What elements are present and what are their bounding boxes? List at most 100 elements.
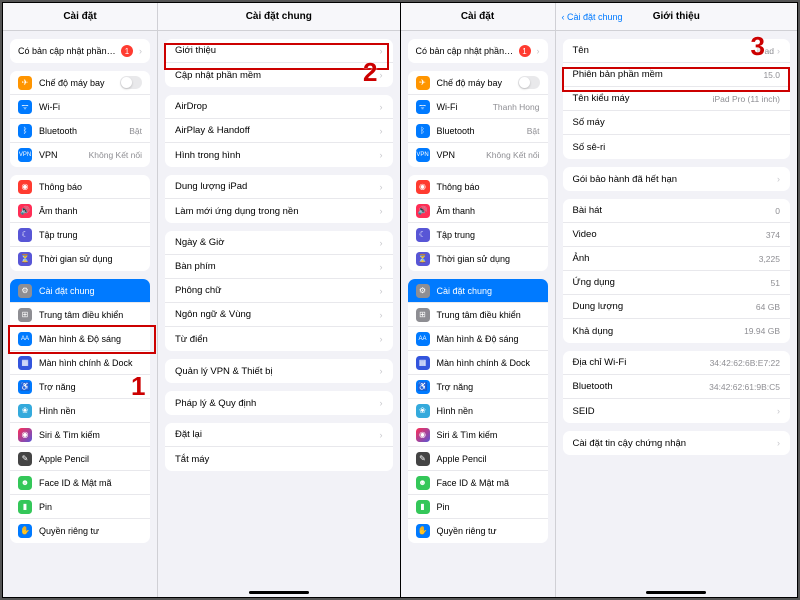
- wifi-icon: ᯤ: [416, 100, 430, 114]
- cert-trust-row[interactable]: Cài đặt tin cậy chứng nhận›: [563, 431, 791, 455]
- warranty-row[interactable]: Gói bảo hành đã hết hạn›: [563, 167, 791, 191]
- about-detail: ‹ Cài đặt chung Giới thiệu TêniPad› Phiê…: [556, 3, 798, 597]
- airplay-row[interactable]: AirPlay & Handoff›: [165, 119, 393, 143]
- panel-step-3: Cài đặt Có bản cập nhật phần… 1 › ✈Chế đ…: [401, 3, 798, 597]
- notifications-row[interactable]: ◉Thông báo: [408, 175, 548, 199]
- name-row[interactable]: TêniPad›: [563, 39, 791, 63]
- datetime-row[interactable]: Ngày & Giờ›: [165, 231, 393, 255]
- hourglass-icon: ⏳: [18, 252, 32, 266]
- wifi-row[interactable]: ᯤ Wi-Fi: [10, 95, 150, 119]
- home-indicator[interactable]: [249, 591, 309, 594]
- airplane-toggle[interactable]: [120, 76, 142, 89]
- settings-sidebar: Cài đặt Có bản cập nhật phần… 1 › ✈ Chế …: [3, 3, 158, 597]
- privacy-row[interactable]: ✋Quyền riêng tư: [408, 519, 548, 543]
- accessibility-row[interactable]: ♿Trợ năng: [408, 375, 548, 399]
- siri-row[interactable]: ◉Siri & Tìm kiếm: [10, 423, 150, 447]
- home-dock-row[interactable]: ▦Màn hình chính & Dock: [10, 351, 150, 375]
- gear-icon: ⚙: [416, 284, 430, 298]
- airdrop-row[interactable]: AirDrop›: [165, 95, 393, 119]
- keyboard-row[interactable]: Bàn phím›: [165, 255, 393, 279]
- home-dock-row[interactable]: ▦Màn hình chính & Dock: [408, 351, 548, 375]
- panel-step-1-2: Cài đặt Có bản cập nhật phần… 1 › ✈ Chế …: [3, 3, 400, 597]
- switches-icon: ⊞: [18, 308, 32, 322]
- general-row[interactable]: ⚙Cài đặt chung: [10, 279, 150, 303]
- pencil-row[interactable]: ✎Apple Pencil: [408, 447, 548, 471]
- vpn-row[interactable]: VPNVPNKhông Kết nối: [408, 143, 548, 167]
- available-row: Khả dụng19.94 GB: [563, 319, 791, 343]
- siri-row[interactable]: ◉Siri & Tìm kiếm: [408, 423, 548, 447]
- focus-row[interactable]: ☾Tập trung: [408, 223, 548, 247]
- capacity-row: Dung lượng64 GB: [563, 295, 791, 319]
- wallpaper-row[interactable]: ❀Hình nền: [408, 399, 548, 423]
- sounds-row[interactable]: 🔊Âm thanh: [10, 199, 150, 223]
- privacy-row[interactable]: ✋Quyền riêng tư: [10, 519, 150, 543]
- chevron-right-icon: ›: [380, 70, 383, 80]
- vpn-icon: VPN: [18, 148, 32, 162]
- bluetooth-row[interactable]: ᛒBluetoothBật: [408, 119, 548, 143]
- bluetooth-icon: ᛒ: [416, 124, 430, 138]
- software-update-row[interactable]: Có bản cập nhật phần… 1 ›: [10, 39, 150, 63]
- fonts-row[interactable]: Phông chữ›: [165, 279, 393, 303]
- battery-row[interactable]: ▮Pin: [10, 495, 150, 519]
- about-row[interactable]: Giới thiệu›: [165, 39, 393, 63]
- wifi-icon: ᯤ: [18, 100, 32, 114]
- dictionary-row[interactable]: Từ điển›: [165, 327, 393, 351]
- serial-row[interactable]: Số sê-ri: [563, 135, 791, 159]
- settings-sidebar: Cài đặt Có bản cập nhật phần… 1 › ✈Chế đ…: [401, 3, 556, 597]
- software-version-row[interactable]: Phiên bản phần mềm15.0: [563, 63, 791, 87]
- faceid-row[interactable]: ☻Face ID & Mật mã: [10, 471, 150, 495]
- software-update-row[interactable]: Có bản cập nhật phần… 1 ›: [408, 39, 548, 63]
- shutdown-row[interactable]: Tắt máy: [165, 447, 393, 471]
- screentime-row[interactable]: ⏳Thời gian sử dụng: [408, 247, 548, 271]
- vpn-icon: VPN: [416, 148, 430, 162]
- pip-row[interactable]: Hình trong hình›: [165, 143, 393, 167]
- reset-row[interactable]: Đặt lại›: [165, 423, 393, 447]
- focus-row[interactable]: ☾Tập trung: [10, 223, 150, 247]
- battery-row[interactable]: ▮Pin: [408, 495, 548, 519]
- language-row[interactable]: Ngôn ngữ & Vùng›: [165, 303, 393, 327]
- battery-icon: ▮: [416, 500, 430, 514]
- brightness-icon: AA: [18, 332, 32, 346]
- siri-icon: ◉: [18, 428, 32, 442]
- airplane-toggle[interactable]: [518, 76, 540, 89]
- airplane-row[interactable]: ✈Chế độ máy bay: [408, 71, 548, 95]
- faceid-row[interactable]: ☻Face ID & Mật mã: [408, 471, 548, 495]
- wifi-row[interactable]: ᯤWi-FiThanh Hong: [408, 95, 548, 119]
- vpn-device-row[interactable]: Quản lý VPN & Thiết bị›: [165, 359, 393, 383]
- brightness-icon: AA: [416, 332, 430, 346]
- bell-icon: ◉: [416, 180, 430, 194]
- home-indicator[interactable]: [646, 591, 706, 594]
- model-number-row[interactable]: Số máy: [563, 111, 791, 135]
- display-row[interactable]: AAMàn hình & Độ sáng: [408, 327, 548, 351]
- accessibility-row[interactable]: ♿Trợ năng: [10, 375, 150, 399]
- display-row[interactable]: AAMàn hình & Độ sáng: [10, 327, 150, 351]
- seid-row[interactable]: SEID›: [563, 399, 791, 423]
- software-update-row[interactable]: Cập nhật phần mềm›: [165, 63, 393, 87]
- airplane-row[interactable]: ✈ Chế độ máy bay: [10, 71, 150, 95]
- songs-row: Bài hát0: [563, 199, 791, 223]
- accessibility-icon: ♿: [18, 380, 32, 394]
- screentime-row[interactable]: ⏳Thời gian sử dụng: [10, 247, 150, 271]
- model-name-row[interactable]: Tên kiểu máyiPad Pro (11 inch): [563, 87, 791, 111]
- back-button[interactable]: ‹ Cài đặt chung: [562, 12, 623, 22]
- bluetooth-row[interactable]: ᛒ Bluetooth Bật: [10, 119, 150, 143]
- bluetooth-icon: ᛒ: [18, 124, 32, 138]
- wallpaper-row[interactable]: ❀Hình nền: [10, 399, 150, 423]
- general-row[interactable]: ⚙Cài đặt chung: [408, 279, 548, 303]
- update-label: Có bản cập nhật phần…: [18, 46, 121, 56]
- chevron-right-icon: ›: [380, 46, 383, 56]
- pencil-row[interactable]: ✎Apple Pencil: [10, 447, 150, 471]
- sounds-row[interactable]: 🔊Âm thanh: [408, 199, 548, 223]
- videos-row: Video374: [563, 223, 791, 247]
- control-center-row[interactable]: ⊞Trung tâm điều khiển: [10, 303, 150, 327]
- hand-icon: ✋: [416, 524, 430, 538]
- notifications-row[interactable]: ◉Thông báo: [10, 175, 150, 199]
- legal-row[interactable]: Pháp lý & Quy định›: [165, 391, 393, 415]
- bg-refresh-row[interactable]: Làm mới ứng dụng trong nền›: [165, 199, 393, 223]
- pencil-icon: ✎: [416, 452, 430, 466]
- vpn-row[interactable]: VPN VPN Không Kết nối: [10, 143, 150, 167]
- accessibility-icon: ♿: [416, 380, 430, 394]
- control-center-row[interactable]: ⊞Trung tâm điều khiển: [408, 303, 548, 327]
- chevron-right-icon: ›: [139, 46, 142, 56]
- storage-row[interactable]: Dung lượng iPad›: [165, 175, 393, 199]
